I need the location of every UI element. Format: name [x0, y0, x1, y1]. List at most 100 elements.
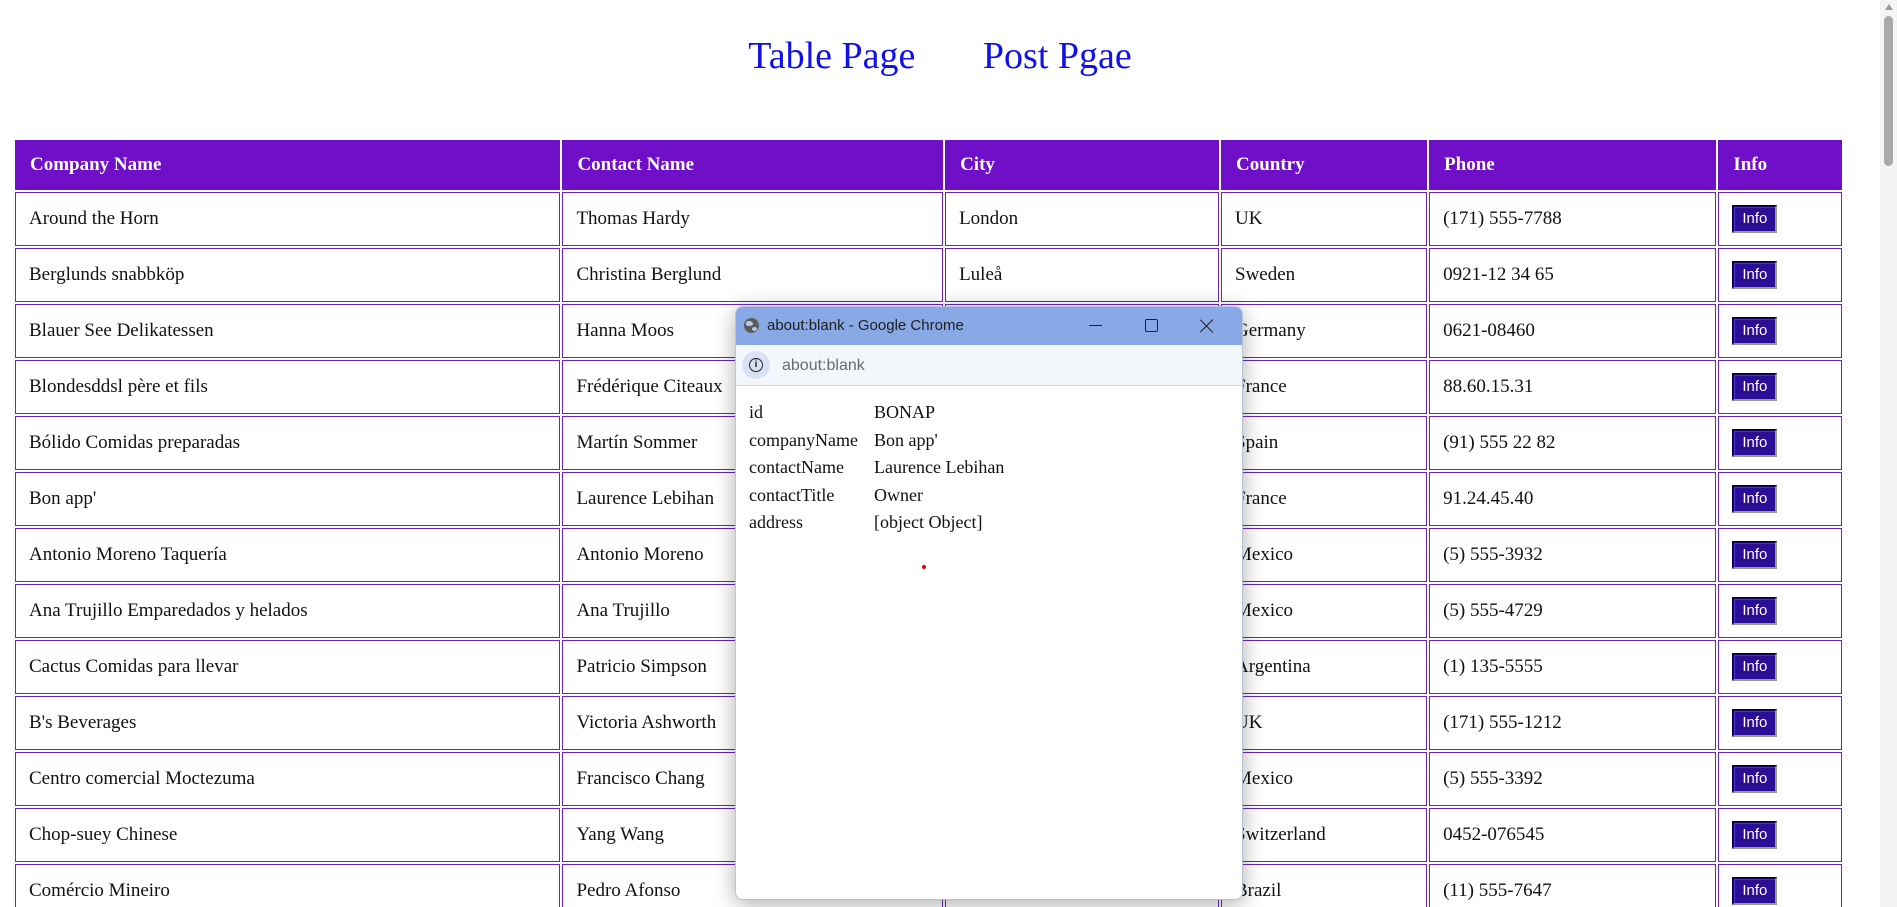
company-name-cell: Cactus Comidas para llevar	[15, 640, 561, 694]
info-cell: Info	[1718, 416, 1842, 470]
minimize-button[interactable]	[1067, 307, 1123, 345]
contact-name-cell: Thomas Hardy	[562, 192, 944, 246]
info-button[interactable]: Info	[1732, 485, 1778, 513]
phone-cell: (1) 135-5555	[1429, 640, 1717, 694]
phone-cell: (5) 555-4729	[1429, 584, 1717, 638]
table-row: Berglunds snabbköp Christina Berglund Lule…	[15, 248, 1842, 302]
phone-cell: 0452-076545	[1429, 808, 1717, 862]
info-cell: Info	[1718, 640, 1842, 694]
property-key: id	[749, 402, 764, 422]
popup-window: about:blank - Google Chrome i about:blan…	[735, 306, 1243, 900]
info-button[interactable]: Info	[1732, 317, 1778, 345]
phone-cell: (5) 555-3392	[1429, 752, 1717, 806]
maximize-button[interactable]	[1123, 307, 1179, 345]
property-value: Bon app'	[874, 429, 938, 450]
info-cell: Info	[1718, 752, 1842, 806]
info-button[interactable]: Info	[1732, 429, 1778, 457]
header-contact-name: Contact Name	[562, 140, 944, 190]
phone-cell: (171) 555-1212	[1429, 696, 1717, 750]
info-cell: Info	[1718, 304, 1842, 358]
phone-cell: (5) 555-3932	[1429, 528, 1717, 582]
country-cell: Germany	[1221, 304, 1428, 358]
site-info-button[interactable]: i	[742, 351, 770, 379]
property-row: id BONAP	[749, 399, 1004, 427]
globe-icon	[744, 318, 759, 333]
info-button[interactable]: Info	[1732, 765, 1778, 793]
country-cell: Argentina	[1221, 640, 1428, 694]
phone-cell: 88.60.15.31	[1429, 360, 1717, 414]
popup-url[interactable]: about:blank	[782, 357, 865, 375]
close-icon	[1199, 318, 1215, 334]
info-button[interactable]: Info	[1732, 709, 1778, 737]
phone-cell: (91) 555 22 82	[1429, 416, 1717, 470]
phone-cell: 91.24.45.40	[1429, 472, 1717, 526]
phone-cell: 0921-12 34 65	[1429, 248, 1717, 302]
company-name-cell: Bon app'	[15, 472, 561, 526]
info-cell: Info	[1718, 696, 1842, 750]
info-button[interactable]: Info	[1732, 261, 1778, 289]
site-info-icon: i	[749, 358, 763, 372]
property-key: companyName	[749, 429, 858, 450]
page-scrollbar[interactable]	[1880, 0, 1897, 907]
company-name-cell: Comércio Mineiro	[15, 864, 561, 907]
property-value: [object Object]	[874, 512, 983, 532]
property-value: Laurence Lebihan	[874, 457, 1005, 477]
country-cell: Mexico	[1221, 528, 1428, 582]
country-cell: Switzerland	[1221, 808, 1428, 862]
company-name-cell: Centro comercial Moctezuma	[15, 752, 561, 806]
popup-content: id BONAP companyName Bon app' contactNam…	[749, 399, 1004, 537]
company-name-cell: Berglunds snabbköp	[15, 248, 561, 302]
popup-address-bar: i about:blank	[736, 345, 1242, 386]
nav-link-post-page[interactable]: Post Pgae	[983, 35, 1132, 77]
info-cell: Info	[1718, 528, 1842, 582]
scroll-up-arrow-icon[interactable]	[1885, 4, 1893, 10]
maximize-icon	[1145, 319, 1158, 332]
property-row: address [object Object]	[749, 509, 1004, 537]
country-cell: France	[1221, 360, 1428, 414]
header-country: Country	[1221, 140, 1428, 190]
country-cell: Sweden	[1221, 248, 1428, 302]
country-cell: Mexico	[1221, 752, 1428, 806]
info-button[interactable]: Info	[1732, 541, 1778, 569]
info-button[interactable]: Info	[1732, 821, 1778, 849]
header-city: City	[945, 140, 1219, 190]
top-nav: Table Page Post Pgae	[0, 30, 1880, 82]
country-cell: Brazil	[1221, 864, 1428, 907]
property-value: Owner	[874, 484, 923, 505]
info-button[interactable]: Info	[1732, 373, 1778, 401]
info-button[interactable]: Info	[1732, 597, 1778, 625]
property-key: contactTitle	[749, 484, 835, 505]
info-button[interactable]: Info	[1732, 653, 1778, 681]
property-value: BONAP	[874, 402, 936, 422]
phone-cell: (171) 555-7788	[1429, 192, 1717, 246]
header-phone: Phone	[1429, 140, 1717, 190]
company-name-cell: Around the Horn	[15, 192, 561, 246]
city-cell: Luleå	[945, 248, 1219, 302]
table-header-row: Company Name Contact Name City Country P…	[15, 140, 1842, 190]
info-cell: Info	[1718, 248, 1842, 302]
info-cell: Info	[1718, 360, 1842, 414]
country-cell: France	[1221, 472, 1428, 526]
property-row: companyName Bon app'	[749, 427, 1004, 455]
info-cell: Info	[1718, 864, 1842, 907]
scroll-thumb[interactable]	[1884, 16, 1893, 166]
country-cell: Spain	[1221, 416, 1428, 470]
popup-titlebar[interactable]: about:blank - Google Chrome	[736, 307, 1242, 345]
close-button[interactable]	[1179, 307, 1235, 345]
info-cell: Info	[1718, 472, 1842, 526]
company-name-cell: Blauer See Delikatessen	[15, 304, 561, 358]
city-cell: London	[945, 192, 1219, 246]
company-name-cell: Blondesddsl père et fils	[15, 360, 561, 414]
minimize-icon	[1089, 325, 1102, 326]
info-button[interactable]: Info	[1732, 205, 1778, 233]
info-cell: Info	[1718, 192, 1842, 246]
company-name-cell: Chop-suey Chinese	[15, 808, 561, 862]
country-cell: UK	[1221, 696, 1428, 750]
phone-cell: (11) 555-7647	[1429, 864, 1717, 907]
info-cell: Info	[1718, 584, 1842, 638]
header-company-name: Company Name	[15, 140, 561, 190]
info-button[interactable]: Info	[1732, 877, 1778, 905]
property-key: contactName	[749, 457, 844, 477]
nav-link-table-page[interactable]: Table Page	[748, 35, 915, 77]
property-row: contactTitle Owner	[749, 482, 1004, 510]
